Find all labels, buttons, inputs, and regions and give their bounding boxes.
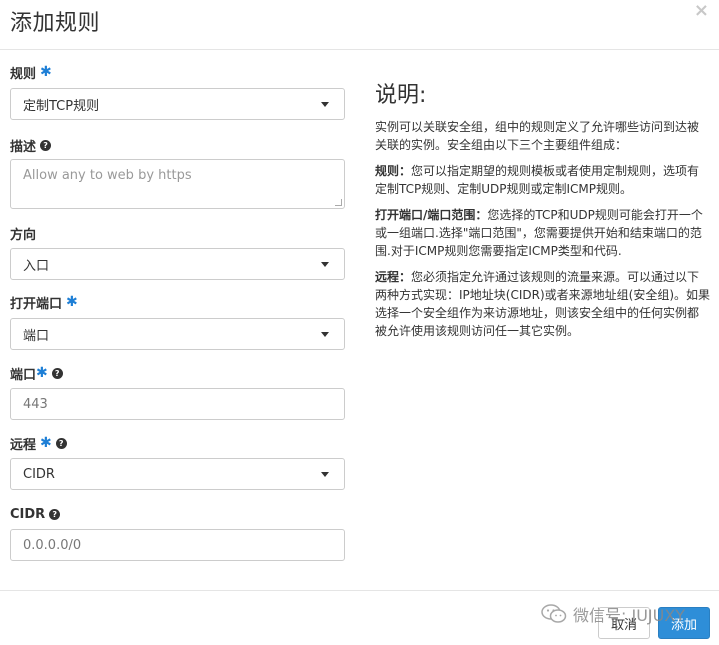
cidr-label-text: CIDR (10, 506, 46, 522)
open-port-select-value: 端口 (23, 328, 50, 344)
rule-label-text: 规则 (10, 66, 37, 82)
chevron-down-icon (321, 472, 329, 477)
port-label: 端口 ✱ ? (10, 363, 63, 383)
help-icon[interactable]: ? (40, 139, 52, 151)
rule-label: 规则 ✱ (10, 62, 52, 82)
help-remote: 远程：您必须指定允许通过该规则的流量来源。可以通过以下两种方式实现：IP地址块(… (375, 268, 710, 340)
port-label-text: 端口 (10, 367, 37, 383)
direction-label: 方向 (10, 223, 36, 243)
remote-select-value: CIDR (23, 466, 55, 482)
help-remote-text: 您必须指定允许通过该规则的流量来源。可以通过以下两种方式实现：IP地址块(CID… (375, 270, 711, 338)
dialog-header: 添加规则 × (0, 0, 719, 50)
help-rule: 规则：您可以指定期望的规则模板或者使用定制规则，选项有定制TCP规则、定制UDP… (375, 162, 710, 198)
chevron-down-icon (321, 262, 329, 267)
chevron-down-icon (321, 102, 329, 107)
direction-label-text: 方向 (10, 227, 37, 243)
help-icon[interactable]: ? (49, 508, 61, 520)
direction-select[interactable]: 入口 (10, 248, 345, 280)
watermark-text: 微信号: JUJUXY (573, 606, 686, 625)
remote-select[interactable]: CIDR (10, 458, 345, 490)
required-icon: ✱ (40, 435, 52, 451)
rule-select[interactable]: 定制TCP规则 (10, 88, 345, 120)
help-port: 打开端口/端口范围：您选择的TCP和UDP规则可能会打开一个或一组端口.选择"端… (375, 206, 710, 260)
watermark: 微信号: JUJUXY (541, 601, 685, 627)
help-icon[interactable]: ? (55, 437, 67, 449)
port-input-value: 443 (23, 396, 48, 412)
help-remote-term: 远程： (375, 270, 412, 284)
help-rule-term: 规则： (375, 164, 412, 178)
required-icon: ✱ (66, 294, 78, 310)
description-textarea[interactable]: Allow any to web by https (10, 159, 345, 209)
help-title: 说明: (375, 83, 427, 108)
required-icon: ✱ (40, 64, 52, 80)
remote-label-text: 远程 (10, 437, 37, 453)
cidr-label: CIDR ? (10, 504, 61, 524)
remote-label: 远程 ✱ ? (10, 433, 67, 453)
open-port-select[interactable]: 端口 (10, 318, 345, 350)
close-icon[interactable]: × (694, 2, 709, 20)
help-port-term: 打开端口/端口范围： (375, 208, 488, 222)
help-icon[interactable]: ? (51, 367, 63, 379)
description-label: 描述 ? (10, 135, 52, 155)
direction-select-value: 入口 (23, 258, 50, 274)
cidr-input[interactable]: 0.0.0.0/0 (10, 529, 345, 561)
open-port-label-text: 打开端口 (10, 296, 63, 312)
port-input[interactable]: 443 (10, 388, 345, 420)
open-port-label: 打开端口 ✱ (10, 292, 78, 312)
cidr-input-value: 0.0.0.0/0 (23, 537, 82, 553)
required-icon: ✱ (36, 365, 48, 381)
dialog-title: 添加规则 (10, 11, 101, 36)
wechat-icon (541, 604, 567, 623)
help-intro: 实例可以关联安全组，组中的规则定义了允许哪些访问到达被关联的实例。安全组由以下三… (375, 120, 700, 152)
rule-select-value: 定制TCP规则 (23, 98, 100, 114)
chevron-down-icon (321, 332, 329, 337)
resize-handle-icon[interactable] (335, 199, 342, 206)
description-placeholder: Allow any to web by https (23, 168, 192, 183)
help-rule-text: 您可以指定期望的规则模板或者使用定制规则，选项有定制TCP规则、定制UDP规则或… (375, 164, 700, 196)
help-panel: 说明: 实例可以关联安全组，组中的规则定义了允许哪些访问到达被关联的实例。安全组… (375, 82, 710, 348)
description-label-text: 描述 (10, 139, 37, 155)
